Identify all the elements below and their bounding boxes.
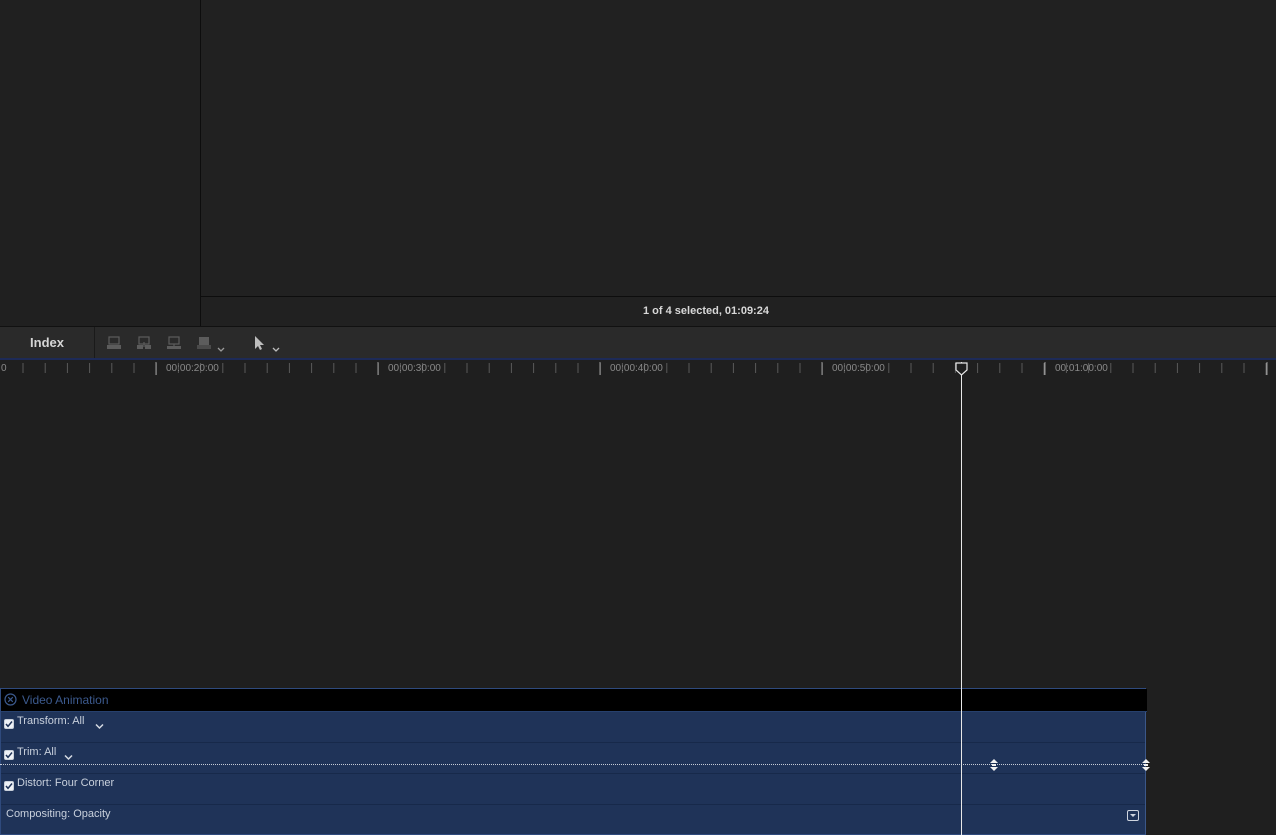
- chevron-down-icon[interactable]: [217, 340, 225, 352]
- overwrite-clip-icon[interactable]: [196, 335, 212, 351]
- lane-label: Transform: All: [17, 715, 85, 727]
- lane-label: Distort: Four Corner: [17, 777, 115, 789]
- checkbox-icon[interactable]: [4, 747, 14, 760]
- video-animation-header: Video Animation: [1, 689, 1147, 712]
- playhead-handle-icon[interactable]: [955, 362, 968, 376]
- video-animation-title: Video Animation: [22, 693, 109, 707]
- viewer-pane: [201, 0, 1276, 297]
- lane-trim[interactable]: Trim: All: [1, 743, 1145, 774]
- ruler-label: 00:00:20:00: [166, 363, 219, 374]
- playhead[interactable]: [961, 362, 962, 835]
- insert-clip-icon[interactable]: [136, 335, 152, 351]
- ruler-label: 00:00:40:00: [610, 363, 663, 374]
- chevron-down-icon[interactable]: [272, 340, 280, 352]
- ruler-label: 0: [1, 363, 7, 374]
- ruler-label: 00:00:30:00: [388, 363, 441, 374]
- timeline-ruler[interactable]: 0 00:00:20:00 00:00:30:00 00:00:40:00 00…: [0, 360, 1276, 378]
- video-animation-editor[interactable]: Video Animation Transform: All Trim: All…: [0, 688, 1147, 835]
- connect-clip-icon[interactable]: [166, 335, 182, 351]
- append-clip-icon[interactable]: [106, 335, 122, 351]
- chevron-down-icon[interactable]: [64, 748, 73, 761]
- timeline-area[interactable]: [0, 378, 1276, 688]
- ruler-label: 00:00:50:00: [832, 363, 885, 374]
- lane-distort[interactable]: Distort: Four Corner: [1, 774, 1145, 805]
- close-icon[interactable]: [4, 693, 17, 706]
- checkbox-icon[interactable]: [4, 716, 14, 729]
- timeline-toolbar: Index: [0, 326, 1276, 360]
- index-button[interactable]: Index: [0, 327, 95, 359]
- lane-label: Trim: All: [17, 746, 57, 758]
- select-tool-icon[interactable]: [252, 335, 268, 351]
- lane-compositing[interactable]: Compositing: Opacity: [1, 805, 1145, 835]
- ruler-label: 00:01:00:00: [1055, 363, 1108, 374]
- checkbox-icon[interactable]: [4, 778, 14, 791]
- menu-toggle-icon[interactable]: [1127, 808, 1139, 821]
- keyframe-curve[interactable]: [0, 764, 1146, 766]
- lane-label: Compositing: Opacity: [6, 808, 111, 820]
- lane-transform[interactable]: Transform: All: [1, 712, 1145, 743]
- keyframe-handle-icon[interactable]: [990, 758, 998, 771]
- chevron-down-icon[interactable]: [95, 717, 104, 730]
- selection-status: 1 of 4 selected, 01:09:24: [643, 305, 769, 317]
- keyframe-handle-icon[interactable]: [1142, 758, 1150, 771]
- viewer-status-bar: 1 of 4 selected, 01:09:24: [201, 297, 1276, 326]
- browser-pane: [0, 0, 201, 326]
